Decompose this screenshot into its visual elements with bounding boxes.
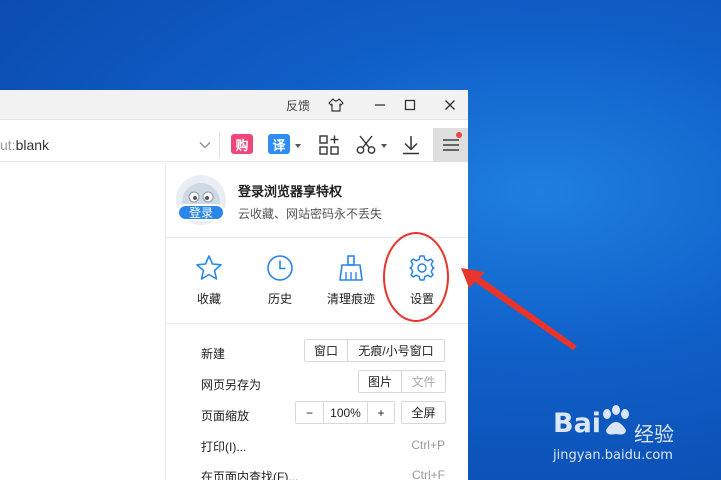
- minimize-icon[interactable]: [369, 95, 391, 115]
- save-as-file-button[interactable]: 文件: [402, 371, 445, 392]
- jingyan-label: 经验: [634, 422, 674, 446]
- address-bar[interactable]: ut:blank: [0, 137, 49, 153]
- quick-history-label: 历史: [267, 292, 292, 306]
- save-as-group: 图片 文件: [358, 370, 446, 393]
- main-menu-panel: 登录 登录浏览器享特权 云收藏、网站密码永不丢失 收藏 历史 清理痕迹 设置 新…: [165, 163, 468, 480]
- scissors-caret-icon[interactable]: [381, 144, 387, 148]
- menu-save-as-label: 网页另存为: [201, 378, 262, 392]
- zoom-value: 100%: [324, 402, 368, 423]
- quick-clear-traces[interactable]: 清理痕迹: [320, 254, 382, 314]
- save-as-image-button[interactable]: 图片: [359, 371, 402, 392]
- clock-icon: [267, 255, 293, 281]
- quick-favorites-label: 收藏: [196, 292, 221, 306]
- menu-print[interactable]: 打印(I)...: [201, 438, 246, 455]
- new-window-button[interactable]: 窗口: [305, 340, 348, 361]
- menu-button[interactable]: [433, 128, 468, 162]
- apps-icon[interactable]: [317, 133, 341, 157]
- annotation-circle: [383, 232, 449, 322]
- quick-history[interactable]: 历史: [249, 254, 311, 314]
- new-window-group: 窗口 无痕/小号窗口: [304, 339, 445, 362]
- print-shortcut: Ctrl+P: [411, 438, 445, 452]
- scissors-icon[interactable]: [354, 133, 378, 157]
- address-value: blank: [15, 137, 50, 153]
- baidu-logo: Bai: [553, 408, 602, 439]
- login-subtitle: 云收藏、网站密码永不丢失: [238, 207, 383, 221]
- login-title[interactable]: 登录浏览器享特权: [238, 181, 342, 200]
- broom-icon: [339, 255, 363, 281]
- toolbar: ut:blank 购 译: [0, 128, 468, 162]
- feedback-link[interactable]: 反馈: [286, 97, 310, 114]
- quick-clear-traces-label: 清理痕迹: [326, 292, 375, 306]
- watermark-url: jingyan.baidu.com: [553, 448, 673, 463]
- find-shortcut: Ctrl+F: [412, 468, 445, 480]
- title-bar: 反馈: [0, 90, 468, 120]
- new-private-window-button[interactable]: 无痕/小号窗口: [348, 340, 444, 361]
- close-icon[interactable]: [439, 95, 461, 115]
- menu-new-label: 新建: [201, 347, 226, 361]
- address-divider: [219, 132, 220, 158]
- shopping-button[interactable]: 购: [231, 134, 253, 154]
- address-scheme: ut:: [0, 137, 16, 153]
- translate-caret-icon[interactable]: [295, 144, 301, 148]
- translate-button[interactable]: 译: [268, 134, 290, 154]
- quick-favorites[interactable]: 收藏: [178, 254, 240, 314]
- chevron-down-icon[interactable]: [198, 138, 212, 157]
- login-button[interactable]: 登录: [177, 204, 225, 221]
- divider: [166, 323, 468, 324]
- skin-icon[interactable]: [325, 95, 347, 115]
- maximize-icon[interactable]: [399, 95, 421, 115]
- menu-icon: [442, 139, 459, 151]
- menu-find[interactable]: 在页面内查找(F)...: [201, 468, 298, 480]
- zoom-group: − 100% +: [295, 401, 395, 424]
- star-icon: [196, 255, 222, 280]
- annotation-arrow-icon: [461, 268, 577, 350]
- fullscreen-button[interactable]: 全屏: [402, 402, 445, 423]
- zoom-in-button[interactable]: +: [368, 402, 394, 423]
- notification-dot: [456, 132, 462, 138]
- paw-icon: [603, 405, 629, 435]
- zoom-out-button[interactable]: −: [296, 402, 324, 423]
- menu-zoom-label: 页面缩放: [201, 409, 250, 423]
- download-icon[interactable]: [399, 133, 423, 157]
- fullscreen-group: 全屏: [401, 401, 446, 424]
